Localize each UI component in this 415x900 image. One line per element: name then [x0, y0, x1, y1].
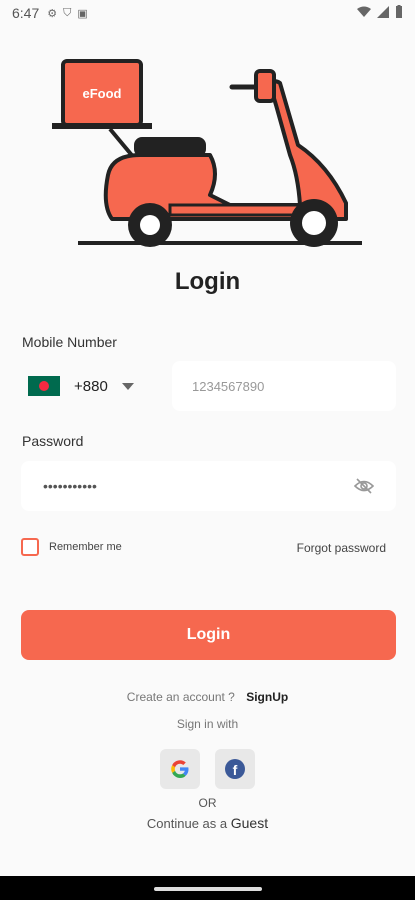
remember-me-label: Remember me — [49, 541, 122, 553]
notification-icon: ▣ — [77, 7, 88, 20]
create-account-text: Create an account ? — [126, 690, 235, 704]
signal-icon — [377, 5, 389, 18]
home-gesture-handle[interactable] — [154, 887, 262, 891]
signup-prompt: Create an account ? SignUp — [0, 690, 415, 704]
shield-icon: ⛉ — [63, 6, 72, 19]
guest-link[interactable]: Guest — [231, 815, 268, 831]
google-icon — [171, 760, 189, 778]
login-button[interactable]: Login — [21, 610, 396, 660]
bangladesh-flag-icon — [28, 376, 60, 396]
facebook-sign-in-button[interactable]: f — [215, 749, 255, 789]
page-title: Login — [174, 268, 241, 295]
navigation-bar — [0, 876, 415, 900]
chevron-down-icon — [121, 382, 134, 390]
or-divider: OR — [198, 796, 217, 810]
guest-prompt: Continue as a Guest — [0, 815, 415, 831]
efood-box-label: eFood — [83, 86, 122, 101]
password-field[interactable]: ••••••••••• — [21, 461, 396, 511]
facebook-icon: f — [225, 759, 245, 779]
sign-in-with-heading: Sign in with — [176, 717, 239, 731]
password-label: Password — [22, 433, 84, 449]
gear-icon: ⚙ — [47, 7, 58, 20]
delivery-scooter-illustration: eFood — [50, 55, 370, 255]
phone-number-input[interactable] — [172, 361, 396, 411]
continue-as-text: Continue as a — [146, 816, 228, 831]
status-bar: 6:47 ⚙ ⛉ ▣ — [0, 0, 415, 26]
eye-off-icon[interactable] — [354, 477, 374, 495]
remember-me[interactable]: Remember me — [21, 538, 122, 556]
status-time: 6:47 — [12, 5, 40, 21]
forgot-password-link[interactable]: Forgot password — [297, 541, 386, 555]
status-icons — [357, 5, 403, 18]
mobile-number-label: Mobile Number — [22, 334, 117, 350]
wifi-icon — [357, 6, 371, 17]
signup-link[interactable]: SignUp — [246, 690, 288, 704]
google-sign-in-button[interactable] — [160, 749, 200, 789]
dial-code: +880 — [74, 377, 108, 395]
remember-me-checkbox[interactable] — [21, 538, 39, 556]
country-code-picker[interactable]: +880 — [22, 362, 152, 410]
password-value: ••••••••••• — [43, 478, 97, 494]
battery-icon — [396, 5, 402, 18]
